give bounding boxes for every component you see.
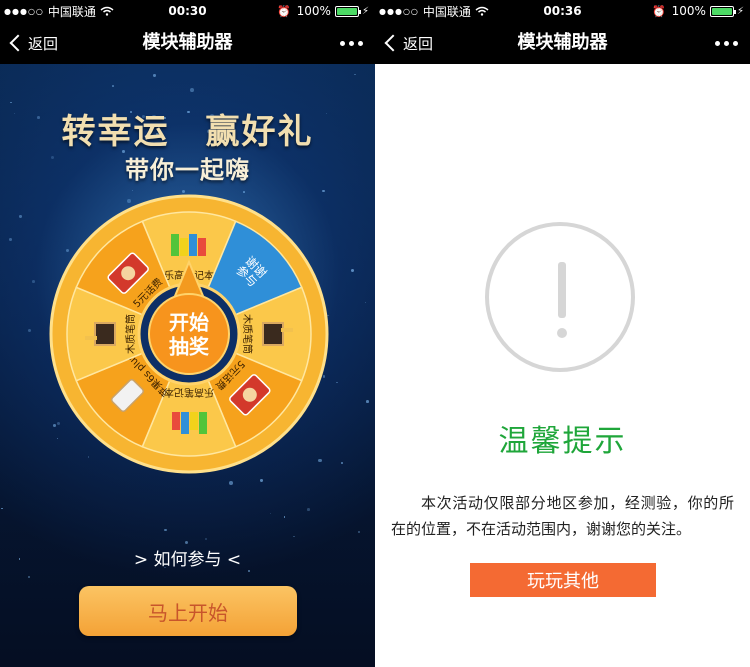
sparkle-dot — [31, 279, 35, 283]
chevron-left-icon — [9, 34, 27, 52]
sparkle-dot — [229, 480, 233, 485]
sparkle-dot — [269, 512, 271, 514]
nav-bar: 返回 模块辅助器 — [0, 22, 375, 64]
headline-sub: 带你一起嗨 — [125, 156, 250, 184]
back-label: 返回 — [403, 34, 434, 53]
spin-button-label[interactable]: 抽奖 — [169, 335, 210, 359]
notice-screen: ●●●○○ 中国联通 00:36 ⏰ 100% ⚡ 返回 模块辅助器 温馨提示 … — [375, 0, 750, 667]
charging-icon: ⚡ — [736, 5, 744, 17]
more-button[interactable] — [340, 22, 363, 64]
sparkle-dot — [1, 507, 3, 510]
sparkle-dot — [19, 215, 22, 218]
prize-wheel[interactable]: 乐高笔记本谢谢参与木质笔筒5元话费乐高笔记本苹果6s plus木质笔筒5元话费开… — [47, 192, 331, 476]
battery-percent: 100% — [296, 4, 331, 18]
sparkle-dot — [131, 189, 133, 191]
wheel-segment-label: 木质笔筒 — [241, 314, 254, 354]
more-dot-icon — [349, 40, 354, 46]
back-label: 返回 — [28, 34, 59, 53]
nav-bar: 返回 模块辅助器 — [375, 22, 750, 64]
more-dot-icon — [724, 40, 729, 46]
chevron-left-icon — [384, 34, 402, 52]
more-dot-icon — [715, 40, 720, 46]
wheel-segment-label: 乐高笔记本 — [164, 386, 214, 399]
back-button[interactable]: 返回 — [383, 22, 433, 64]
sparkle-dot — [184, 541, 188, 545]
spin-button-label[interactable]: 开始 — [169, 311, 209, 335]
more-dot-icon — [733, 40, 738, 46]
battery-icon — [709, 5, 736, 17]
charging-icon: ⚡ — [361, 5, 369, 17]
tip-title: 温馨提示 — [498, 424, 627, 459]
sparkle-dot — [153, 74, 156, 77]
more-dot-icon — [340, 40, 345, 46]
battery-percent: 100% — [671, 4, 706, 18]
status-bar: ●●●○○ 中国联通 00:36 ⏰ 100% ⚡ — [375, 0, 750, 22]
sparkle-dot — [8, 238, 12, 241]
alarm-icon: ⏰ — [276, 4, 291, 18]
sparkle-dot — [366, 400, 369, 403]
start-now-button[interactable]: 马上开始 — [79, 586, 297, 636]
status-bar: ●●●○○ 中国联通 00:30 ⏰ 100% ⚡ — [0, 0, 375, 22]
alarm-icon: ⏰ — [651, 4, 666, 18]
sparkle-dot — [260, 479, 263, 482]
warning-icon — [485, 222, 635, 372]
how-to-join-link[interactable]: > 如何参与 < — [0, 545, 375, 570]
wheel-segment-label: 木质笔筒 — [124, 314, 137, 354]
battery-icon — [334, 5, 361, 17]
lottery-screen: ●●●○○ 中国联通 00:30 ⏰ 100% ⚡ 返回 模块辅助器 转幸运 赢… — [0, 0, 375, 667]
play-others-button[interactable]: 玩玩其他 — [470, 563, 656, 597]
headline-main: 转幸运 赢好礼 — [61, 112, 314, 152]
tip-body: 本次活动仅限部分地区参加，经测验，你的所在的位置，不在活动范围内，谢谢您的关注。 — [391, 494, 734, 538]
more-button[interactable] — [715, 22, 738, 64]
sparkle-dot — [112, 85, 115, 87]
more-dot-icon — [358, 40, 363, 46]
back-button[interactable]: 返回 — [8, 22, 58, 64]
